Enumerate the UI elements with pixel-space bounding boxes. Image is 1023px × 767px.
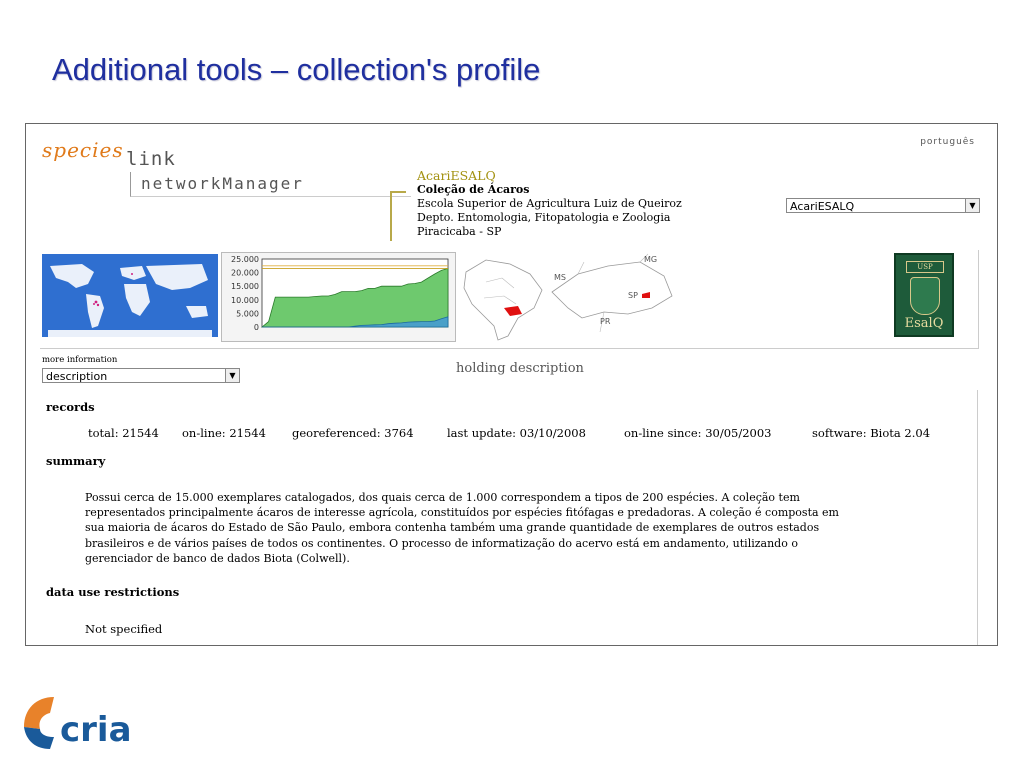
brazil-map bbox=[463, 259, 543, 341]
summary-line: Possui cerca de 15.000 exemplares catalo… bbox=[85, 491, 800, 504]
usp-logo-text: USP bbox=[906, 261, 944, 273]
records-chart-svg: 25.000 20.000 15.000 10.000 5.000 0 bbox=[231, 255, 449, 332]
y-tick-label: 25.000 bbox=[231, 255, 259, 264]
chevron-down-icon: ▼ bbox=[965, 199, 979, 212]
holding-description-title: holding description bbox=[456, 361, 584, 376]
specieslink-screenshot: species link networkManager português Ac… bbox=[25, 123, 998, 646]
collection-institution: Escola Superior de Agricultura Luiz de Q… bbox=[417, 197, 682, 210]
collection-bracket bbox=[390, 191, 406, 241]
ms-label: MS bbox=[554, 273, 566, 282]
link-logo-text: link bbox=[126, 148, 176, 170]
pr-label: PR bbox=[600, 317, 611, 326]
sp-state-highlight bbox=[504, 306, 522, 316]
summary-text: Possui cerca de 15.000 exemplares catalo… bbox=[85, 490, 915, 566]
language-link[interactable]: português bbox=[920, 137, 975, 147]
records-georeferenced: georeferenced: 3764 bbox=[292, 426, 414, 440]
network-manager-text: networkManager bbox=[141, 174, 304, 193]
collection-city: Piracicaba - SP bbox=[417, 225, 502, 238]
records-last-update: last update: 03/10/2008 bbox=[447, 426, 586, 440]
collection-department: Depto. Entomologia, Fitopatologia e Zool… bbox=[417, 211, 671, 224]
summary-line: sua maioria de ácaros do Estado de São P… bbox=[85, 521, 820, 535]
slide-title: Additional tools – collection's profile bbox=[52, 52, 541, 87]
records-heading: records bbox=[46, 400, 95, 414]
summary-line: brasileiros e de vários países de todos … bbox=[85, 536, 798, 550]
y-tick-label: 15.000 bbox=[231, 282, 259, 291]
piracicaba-highlight bbox=[642, 292, 650, 298]
restrictions-value: Not specified bbox=[85, 622, 163, 636]
more-information-label: more information bbox=[42, 355, 118, 365]
records-total: total: 21544 bbox=[88, 426, 159, 440]
summary-heading: summary bbox=[46, 454, 106, 468]
records-software: software: Biota 2.04 bbox=[812, 426, 931, 440]
y-tick-label: 5.000 bbox=[236, 309, 259, 318]
collection-name: Coleção de Ácaros bbox=[417, 183, 530, 196]
sp-label: SP bbox=[628, 291, 638, 300]
records-chart: 25.000 20.000 15.000 10.000 5.000 0 bbox=[221, 252, 456, 342]
collection-select[interactable]: AcariESALQ ▼ bbox=[786, 198, 980, 213]
esalq-logo-text: EsalQ bbox=[904, 316, 944, 331]
summary-line: representados principalmente ácaros de i… bbox=[85, 506, 839, 520]
more-information-select[interactable]: description ▼ bbox=[42, 368, 240, 383]
world-map bbox=[42, 254, 218, 337]
mg-label: MG bbox=[644, 255, 657, 264]
more-information-select-value: description bbox=[46, 370, 108, 383]
esalq-logo: USP EsalQ bbox=[894, 253, 954, 337]
records-online: on-line: 21544 bbox=[182, 426, 266, 440]
sao-paulo-map: MS MG SP PR bbox=[551, 253, 673, 333]
network-manager-logo: networkManager bbox=[130, 172, 411, 197]
chevron-down-icon: ▼ bbox=[225, 369, 239, 382]
collection-select-value: AcariESALQ bbox=[790, 200, 855, 213]
collection-acronym: AcariESALQ bbox=[417, 168, 496, 183]
content-divider bbox=[977, 390, 978, 645]
collection-info: AcariESALQ Coleção de Ácaros Escola Supe… bbox=[417, 169, 682, 239]
cria-logo: cria bbox=[24, 697, 132, 750]
summary-line: gerenciador de banco de dados Biota (Col… bbox=[85, 551, 350, 565]
y-tick-label: 20.000 bbox=[231, 269, 259, 278]
esalq-crest-icon bbox=[910, 277, 940, 315]
species-logo-text: species bbox=[42, 138, 124, 162]
y-tick-label: 0 bbox=[254, 323, 259, 332]
cria-logo-text: cria bbox=[60, 710, 132, 750]
records-online-since: on-line since: 30/05/2003 bbox=[624, 426, 772, 440]
restrictions-heading: data use restrictions bbox=[46, 585, 180, 599]
y-tick-label: 10.000 bbox=[231, 296, 259, 305]
